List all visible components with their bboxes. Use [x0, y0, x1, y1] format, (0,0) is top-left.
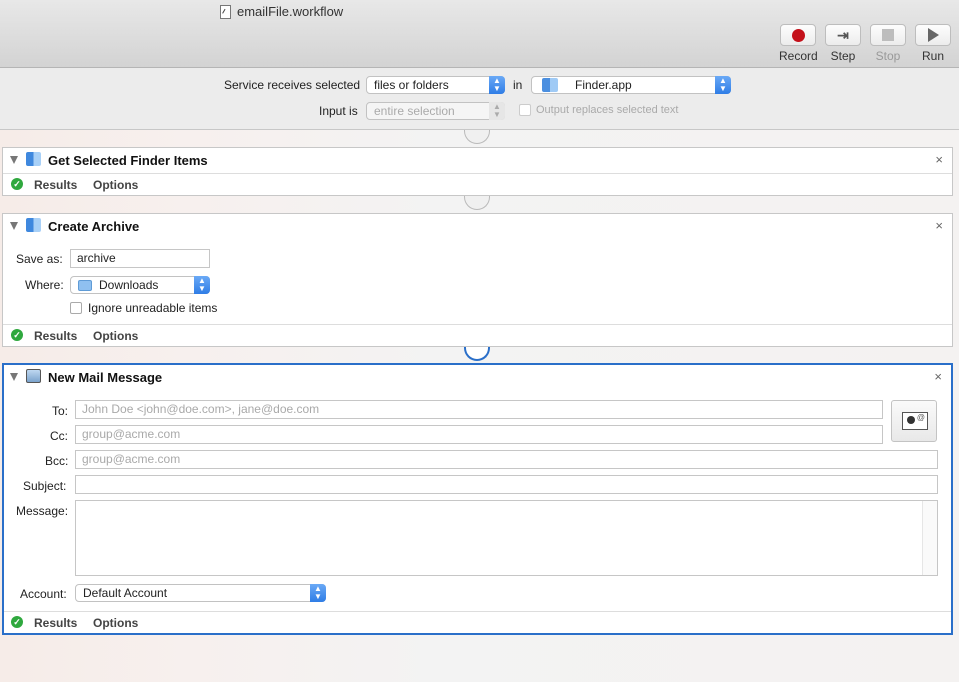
account-popup[interactable]: Default Account ▲ ▼ — [75, 584, 326, 602]
service-input-type-value: files or folders — [374, 78, 449, 92]
service-settings-bar: Service receives selected files or folde… — [0, 68, 959, 130]
disclosure-triangle-icon[interactable] — [10, 373, 18, 381]
to-label: To: — [52, 404, 69, 418]
message-textarea[interactable] — [75, 500, 938, 576]
record-icon — [791, 28, 805, 42]
save-as-label: Save as: — [16, 252, 63, 266]
service-application-value: Finder.app — [575, 78, 632, 92]
action-header: New Mail Message × — [4, 365, 951, 389]
where-popup[interactable]: Downloads ▲ ▼ — [70, 276, 210, 294]
output-replaces-label: Output replaces selected text — [536, 104, 679, 116]
close-icon[interactable]: × — [934, 369, 942, 384]
action-footer: ✓ Results Options — [3, 324, 952, 346]
options-button[interactable]: Options — [93, 178, 138, 192]
workflow-document-icon — [220, 4, 231, 19]
success-check-icon: ✓ — [11, 178, 23, 190]
service-receives-label: Service receives selected — [224, 78, 361, 92]
finder-icon — [26, 152, 41, 166]
stop-label: Stop — [875, 49, 901, 63]
input-is-popup[interactable]: entire selection ▲ ▼ — [366, 102, 505, 120]
stop-button[interactable]: Stop — [869, 24, 907, 63]
success-check-icon: ✓ — [11, 329, 23, 341]
action-new-mail-message[interactable]: New Mail Message × To: John Doe <john@do… — [2, 363, 953, 635]
address-card-icon — [902, 412, 928, 430]
ignore-unreadable-checkbox[interactable] — [70, 302, 82, 314]
close-icon[interactable]: × — [935, 218, 943, 233]
workflow-connector-active — [464, 347, 490, 361]
to-field[interactable]: John Doe <john@doe.com>, jane@doe.com — [75, 400, 883, 419]
run-label: Run — [921, 49, 944, 63]
address-book-button[interactable] — [891, 400, 937, 442]
action-get-selected-finder-items[interactable]: Get Selected Finder Items × ✓ Results Op… — [2, 147, 953, 196]
mail-icon — [26, 369, 41, 383]
action-create-archive[interactable]: Create Archive × Save as: archive Where:… — [2, 213, 953, 347]
options-button[interactable]: Options — [93, 616, 138, 630]
popup-arrows-icon: ▲ ▼ — [489, 76, 505, 94]
record-label: Record — [779, 49, 818, 63]
results-button[interactable]: Results — [34, 616, 77, 630]
popup-arrows-icon: ▲ ▼ — [715, 76, 731, 94]
run-icon — [927, 28, 939, 42]
finder-icon — [26, 218, 41, 232]
bcc-label: Bcc: — [45, 454, 69, 468]
run-button[interactable]: Run — [914, 24, 952, 63]
window-title: emailFile.workflow — [220, 4, 343, 19]
subject-field[interactable] — [75, 475, 938, 494]
where-label: Where: — [25, 278, 64, 292]
action-header: Create Archive × — [3, 214, 952, 238]
cc-field[interactable]: group@acme.com — [75, 425, 883, 444]
close-icon[interactable]: × — [935, 152, 943, 167]
cc-label: Cc: — [50, 429, 68, 443]
service-input-type-popup[interactable]: files or folders ▲ ▼ — [366, 76, 505, 94]
message-scrollbar[interactable] — [922, 501, 937, 575]
action-title: Get Selected Finder Items — [48, 153, 208, 168]
action-title: New Mail Message — [48, 370, 163, 385]
account-value: Default Account — [83, 586, 168, 600]
workflow-connector — [464, 196, 490, 210]
service-in-label: in — [513, 78, 523, 92]
bcc-field[interactable]: group@acme.com — [75, 450, 938, 469]
where-value: Downloads — [99, 278, 159, 292]
action-footer: ✓ Results Options — [3, 173, 952, 195]
downloads-folder-icon — [78, 280, 92, 291]
step-icon: ⇥ — [837, 26, 849, 43]
window-toolbar: emailFile.workflow Record ⇥ Step Stop Ru… — [0, 0, 959, 68]
disclosure-triangle-icon[interactable] — [10, 222, 18, 230]
finder-icon — [542, 78, 558, 92]
workflow-connector — [464, 130, 490, 144]
step-label: Step — [830, 49, 856, 63]
window-title-text: emailFile.workflow — [237, 4, 344, 19]
action-header: Get Selected Finder Items × — [3, 148, 952, 172]
disclosure-triangle-icon[interactable] — [10, 156, 18, 164]
action-footer: ✓ Results Options — [4, 611, 951, 633]
popup-arrows-icon: ▲ ▼ — [489, 102, 505, 120]
results-button[interactable]: Results — [34, 178, 77, 192]
success-check-icon: ✓ — [11, 616, 23, 628]
popup-arrows-icon: ▲ ▼ — [194, 276, 210, 294]
ignore-unreadable-label: Ignore unreadable items — [88, 301, 218, 315]
input-is-label: Input is — [319, 104, 358, 118]
action-title: Create Archive — [48, 219, 140, 234]
step-button[interactable]: ⇥ Step — [824, 24, 862, 63]
stop-icon — [882, 29, 894, 41]
message-label: Message: — [16, 504, 69, 518]
service-application-popup[interactable]: Finder.app ▲ ▼ — [531, 76, 731, 94]
popup-arrows-icon: ▲ ▼ — [310, 584, 326, 602]
save-as-field[interactable]: archive — [70, 249, 210, 268]
input-is-value: entire selection — [374, 104, 455, 118]
output-replaces-checkbox[interactable] — [519, 104, 531, 116]
account-label: Account: — [20, 587, 67, 601]
results-button[interactable]: Results — [34, 329, 77, 343]
record-button[interactable]: Record — [779, 24, 818, 63]
subject-label: Subject: — [23, 479, 67, 493]
options-button[interactable]: Options — [93, 329, 138, 343]
